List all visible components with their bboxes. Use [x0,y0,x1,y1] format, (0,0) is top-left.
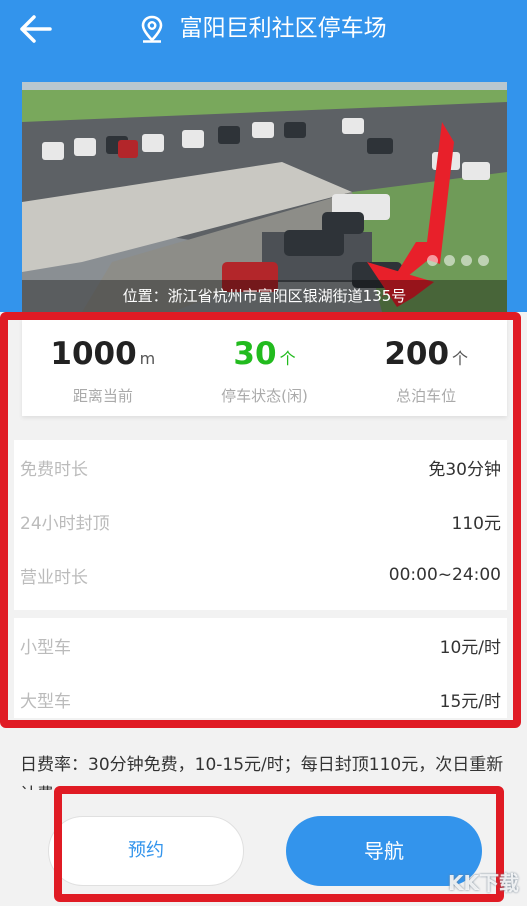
available-value: 30 [233,336,277,372]
daily-fee-note: 日费率：30分钟免费，10-15元/时；每日封顶110元，次日重新计费 [20,755,504,790]
info-row-business-hours: 营业时长 00:00~24:00 [14,548,507,602]
total-value: 200 [384,336,450,372]
carousel-indicator[interactable] [427,255,489,266]
info-row-free-time: 免费时长 免30分钟 [14,440,507,494]
info-value: 免30分钟 [428,459,501,480]
rate-key: 小型车 [20,637,71,658]
parking-lot-photo[interactable]: 位置：浙江省杭州市富阳区银湖街道135号 [22,82,507,312]
page-title-wrap: 富阳巨利社区停车场 [0,10,527,47]
info-value: 00:00~24:00 [388,565,501,585]
location-pin-icon [142,15,163,43]
rate-value: 15元/时 [439,691,501,712]
rate-row-small-car: 小型车 10元/时 [14,618,507,672]
page-title: 富阳巨利社区停车场 [179,15,387,42]
distance-label: 距离当前 [72,387,133,405]
stat-distance: 1000 m 距离当前 [22,318,184,416]
info-key: 营业时长 [20,567,88,588]
total-unit: 个 [452,349,469,368]
info-key: 24小时封顶 [20,513,110,534]
address-caption: 位置：浙江省杭州市富阳区银湖街道135号 [22,280,507,312]
stat-available-spaces: 30 个 停车状态(闲) [184,318,346,416]
vehicle-rate-list: 小型车 10元/时 大型车 15元/时 [14,618,507,718]
stat-total-spaces: 200 个 总泊车位 [345,318,507,416]
available-label: 停车状态(闲) [221,387,308,405]
header-bar: 富阳巨利社区停车场 位置：浙江省杭州市富阳区银湖街道135号 [0,0,527,312]
info-row-daily-cap: 24小时封顶 110元 [14,494,507,548]
info-value: 110元 [451,513,501,534]
info-key: 免费时长 [20,459,88,480]
parking-lot-image [22,82,507,312]
watermark: KK下载 [448,871,519,895]
distance-unit: m [139,349,156,368]
total-label: 总泊车位 [396,387,457,405]
parking-stats-card: 1000 m 距离当前 30 个 停车状态(闲) 200 个 总泊车位 [22,318,507,416]
rate-key: 大型车 [20,691,71,712]
reserve-button[interactable]: 预约 [48,816,244,886]
pricing-info-list: 免费时长 免30分钟 24小时封顶 110元 营业时长 00:00~24:00 [14,440,507,610]
rate-row-large-car: 大型车 15元/时 [14,672,507,726]
available-unit: 个 [279,349,296,368]
distance-value: 1000 [50,336,137,372]
rate-value: 10元/时 [439,637,501,658]
